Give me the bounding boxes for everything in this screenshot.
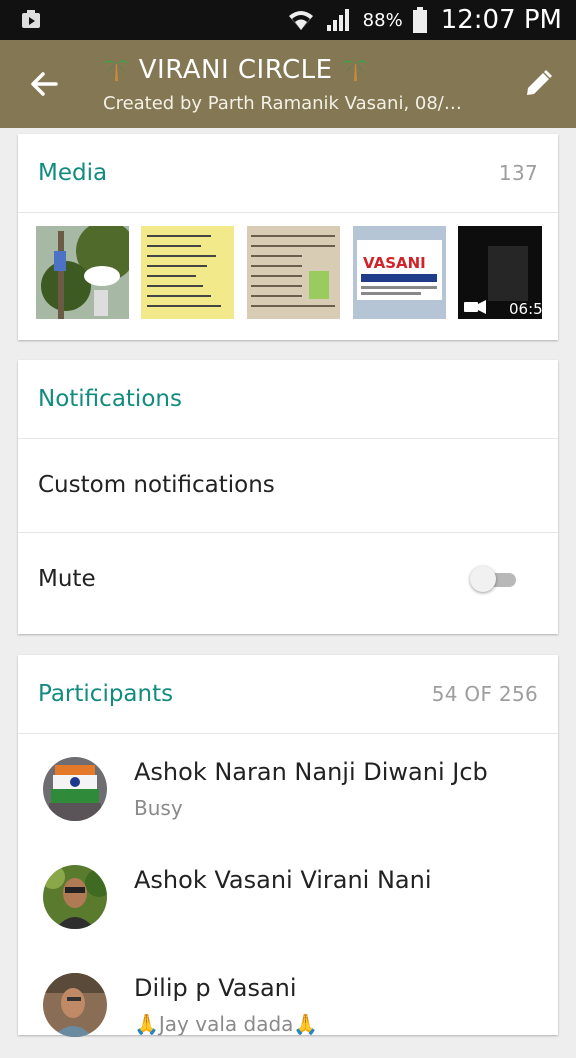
- wifi-icon: [288, 11, 313, 30]
- battery-percent: 88%: [362, 9, 403, 31]
- media-thumb-video[interactable]: 06:5: [458, 226, 542, 319]
- app-bar: VIRANI CIRCLE Created by Parth Ramanik V…: [0, 40, 576, 128]
- avatar: [43, 973, 107, 1037]
- signal-icon: [326, 9, 349, 31]
- notifications-title: Notifications: [38, 386, 182, 412]
- svg-text:VASANI: VASANI: [363, 254, 426, 272]
- media-thumbnails: VASANI 06:5: [18, 213, 558, 341]
- participant-status: 🙏Jay vala dada🙏: [134, 1012, 319, 1036]
- clock: 12:07 PM: [440, 5, 562, 35]
- participants-header: Participants 54 OF 256: [18, 655, 558, 734]
- group-title[interactable]: VIRANI CIRCLE: [102, 55, 369, 85]
- notifications-header: Notifications: [18, 360, 558, 439]
- media-title: Media: [38, 160, 108, 186]
- participant-row[interactable]: Dilip p Vasani 🙏Jay vala dada🙏: [18, 950, 558, 1058]
- participants-card: Participants 54 OF 256 Ashok Naran Nanji…: [18, 655, 558, 1037]
- custom-notifications-label: Custom notifications: [38, 472, 275, 498]
- participant-name: Dilip p Vasani: [134, 974, 297, 1002]
- status-bar: 88% 12:07 PM: [0, 0, 576, 40]
- media-header[interactable]: Media 137: [18, 134, 558, 213]
- battery-icon: [412, 7, 427, 33]
- mute-toggle-knob: [470, 566, 496, 592]
- media-thumb-vasani-sign[interactable]: VASANI: [353, 226, 446, 319]
- mute-toggle[interactable]: [470, 566, 522, 592]
- notification-icon: [22, 10, 40, 28]
- status-icons: 88% 12:07 PM: [287, 0, 562, 40]
- avatar: [43, 757, 107, 821]
- media-thumb-text-note[interactable]: [141, 226, 234, 319]
- media-thumb-photo-tree[interactable]: [36, 226, 129, 319]
- mute-row[interactable]: Mute: [18, 533, 558, 626]
- palm-tree-icon: [103, 60, 129, 81]
- notifications-card: Notifications Custom notifications Mute: [18, 360, 558, 634]
- media-thumb-newspaper[interactable]: [247, 226, 340, 319]
- avatar: [43, 865, 107, 929]
- participant-name: Ashok Naran Nanji Diwani Jcb: [134, 758, 488, 786]
- participants-title: Participants: [38, 681, 174, 707]
- participant-name: Ashok Vasani Virani Nani: [134, 866, 432, 894]
- group-title-text: VIRANI CIRCLE: [138, 55, 333, 85]
- edit-pencil-icon[interactable]: [522, 68, 554, 100]
- participant-status: Busy: [134, 796, 183, 820]
- custom-notifications-row[interactable]: Custom notifications: [18, 439, 558, 533]
- video-duration: 06:5: [509, 300, 542, 318]
- media-count: 137: [498, 161, 538, 185]
- mute-label: Mute: [38, 566, 96, 592]
- participant-row[interactable]: Ashok Vasani Virani Nani: [18, 842, 558, 950]
- media-card: Media 137 VASANI 06:5: [18, 134, 558, 340]
- participant-row[interactable]: Ashok Naran Nanji Diwani Jcb Busy: [18, 734, 558, 842]
- group-subtitle: Created by Parth Ramanik Vasani, 08/…: [103, 93, 462, 114]
- back-arrow-icon[interactable]: [28, 68, 60, 100]
- participants-count: 54 OF 256: [431, 682, 538, 706]
- palm-tree-icon: [342, 60, 369, 81]
